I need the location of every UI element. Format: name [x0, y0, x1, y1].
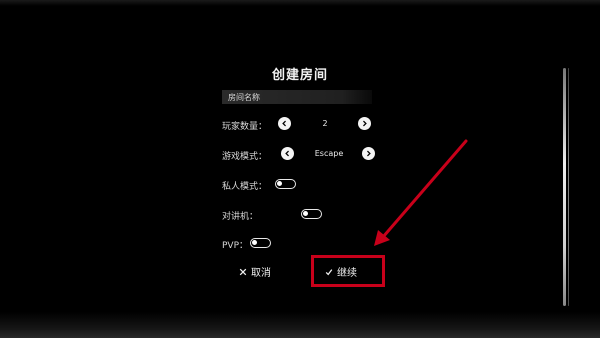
private-mode-toggle[interactable]	[275, 179, 296, 189]
players-increase-button[interactable]	[358, 117, 371, 130]
chevron-right-icon	[363, 120, 367, 127]
top-edge-decoration	[0, 0, 600, 6]
private-mode-label: 私人模式：	[222, 182, 268, 192]
players-decrease-button[interactable]	[278, 117, 291, 130]
mode-prev-button[interactable]	[281, 147, 294, 160]
cancel-label: 取消	[251, 268, 271, 279]
highlight-box	[311, 255, 385, 287]
bottom-edge-decoration	[0, 312, 600, 338]
mode-value: Escape	[314, 149, 344, 158]
create-room-screen: 创建房间 玩家数量： 2 游戏模式： Escape 私人模式： 对讲机： PVP…	[0, 0, 600, 338]
toggle-knob	[252, 240, 257, 245]
pvp-label: PVP：	[222, 241, 249, 251]
mode-next-button[interactable]	[362, 147, 375, 160]
chevron-right-icon	[367, 150, 371, 157]
close-icon	[239, 268, 247, 276]
dialog-title: 创建房间	[271, 68, 328, 83]
voice-chat-toggle[interactable]	[301, 209, 322, 219]
toggle-knob	[277, 181, 282, 186]
players-label: 玩家数量：	[222, 122, 268, 132]
mode-label: 游戏模式：	[222, 152, 268, 162]
pvp-toggle[interactable]	[250, 238, 271, 248]
cancel-button[interactable]: 取消	[239, 264, 271, 279]
toggle-knob	[303, 211, 308, 216]
players-value: 2	[322, 119, 328, 128]
chevron-left-icon	[282, 120, 286, 127]
annotation-arrow	[374, 139, 468, 246]
chevron-left-icon	[285, 150, 289, 157]
right-edge-decoration	[563, 68, 566, 306]
room-name-input[interactable]	[222, 90, 372, 104]
right-edge-decoration-thin	[568, 68, 569, 306]
voice-chat-label: 对讲机：	[222, 212, 259, 222]
